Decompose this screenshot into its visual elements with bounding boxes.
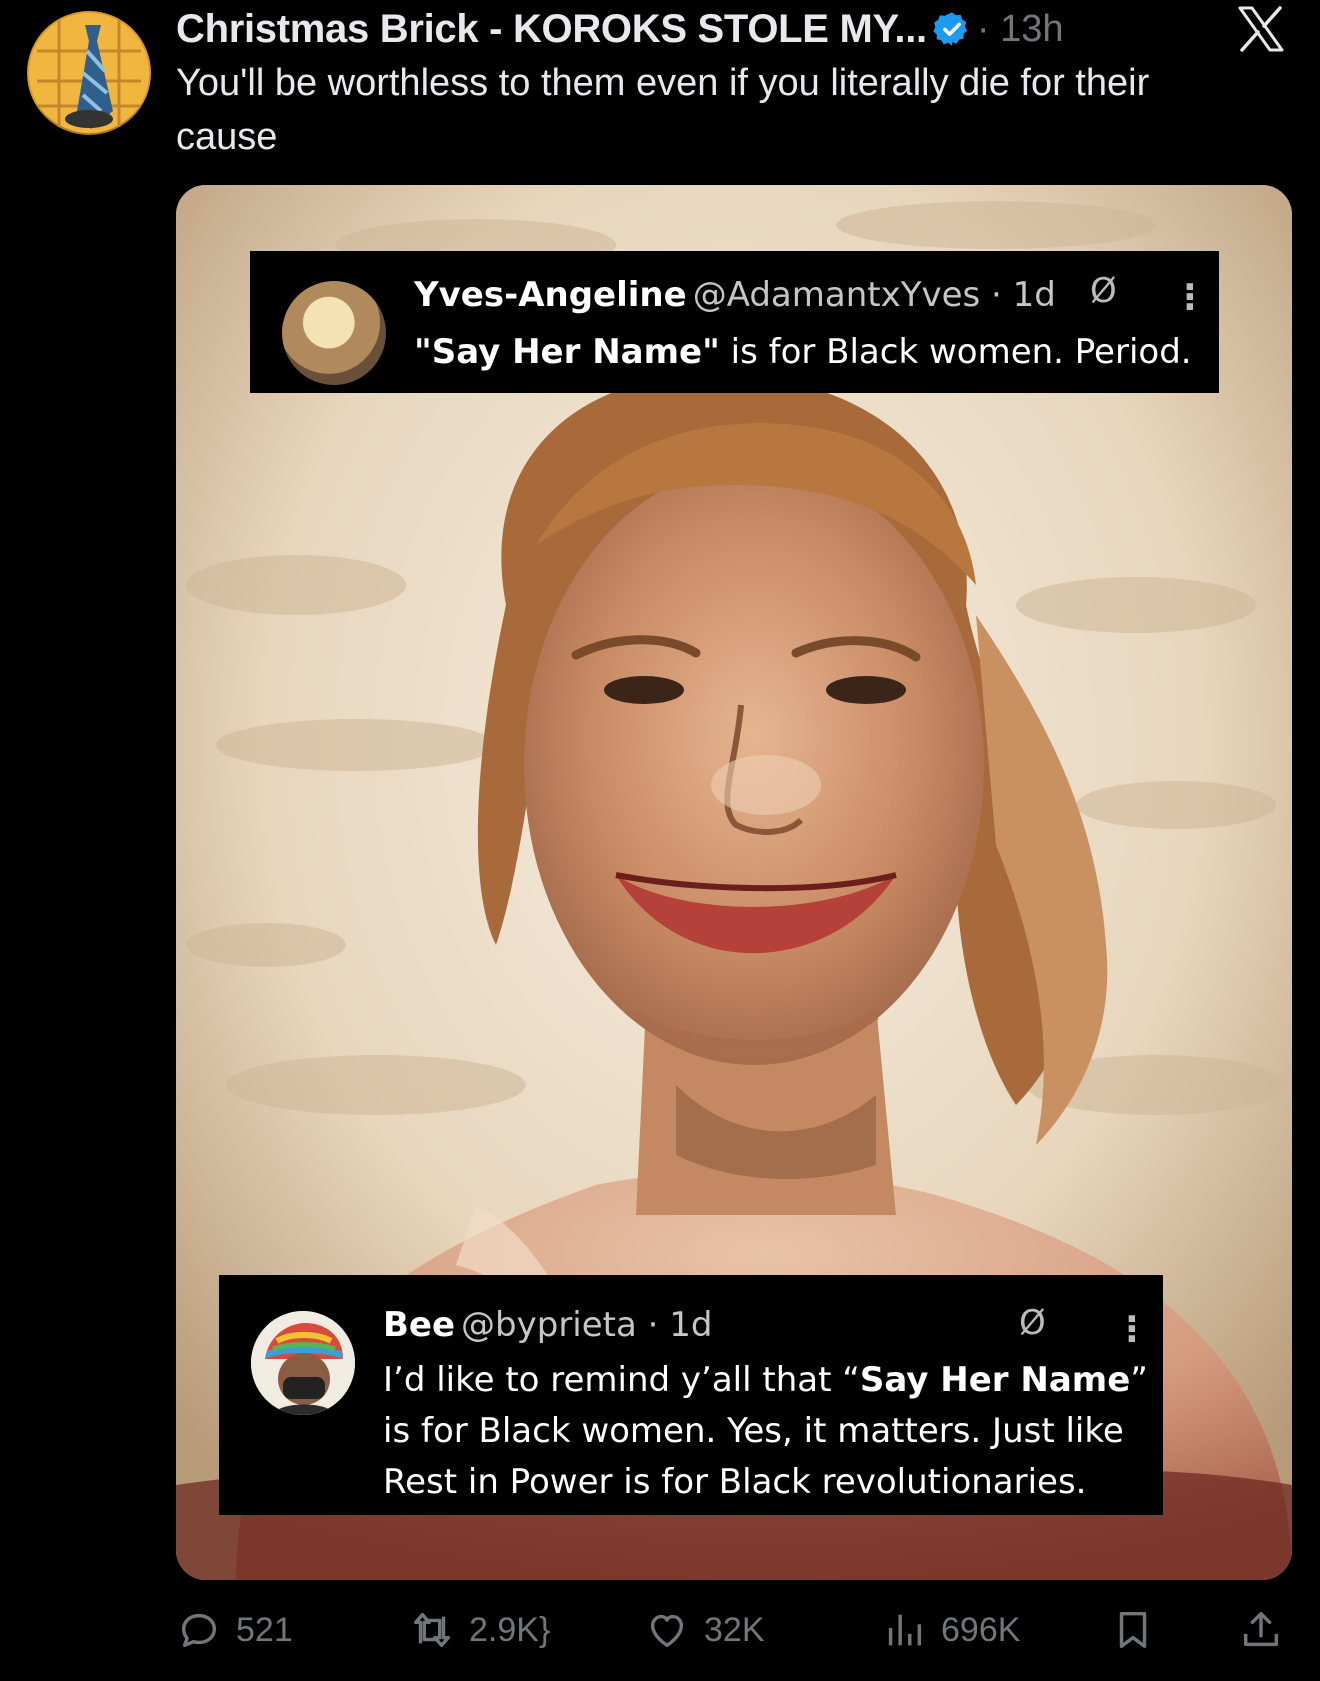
author-avatar[interactable]	[27, 11, 151, 135]
reply-count: 521	[236, 1610, 293, 1649]
caption-author-name: Bee	[383, 1305, 456, 1345]
caption-author-handle: @AdamantxYves · 1d	[692, 275, 1056, 315]
share-icon	[1243, 1611, 1279, 1647]
waffle-tie-avatar-image	[29, 13, 149, 133]
reply-button[interactable]: 521	[176, 1605, 293, 1655]
slashed-circle-icon: Ø	[1090, 271, 1117, 311]
reply-icon	[181, 1613, 217, 1648]
heart-icon	[650, 1614, 684, 1648]
analytics-icon	[888, 1614, 922, 1646]
like-count: 32K	[704, 1610, 765, 1649]
tweet-action-bar: 521 2.9K } 32K 696K	[176, 1605, 1296, 1655]
repost-icon	[413, 1612, 451, 1648]
verified-badge-icon	[933, 12, 967, 46]
more-options-icon: · · ·	[1183, 267, 1197, 328]
share-button[interactable]	[1238, 1605, 1298, 1655]
views-button[interactable]: 696K	[881, 1605, 1020, 1655]
repost-button[interactable]: 2.9K }	[409, 1605, 550, 1655]
caption-text: I’d like to remind y’all that “Say Her N…	[383, 1360, 1148, 1502]
caption-avatar	[282, 281, 386, 385]
slashed-circle-icon: Ø	[1019, 1303, 1046, 1343]
masked-person-avatar-image	[251, 1311, 355, 1415]
view-count: 696K	[941, 1610, 1021, 1649]
quoted-tweet-caption: Bee @byprieta · 1d Ø · · · I’d like to remi…	[219, 1275, 1163, 1515]
more-options-icon: · · ·	[1125, 1299, 1139, 1360]
caption-author-name: Yves-Angeline	[414, 275, 687, 315]
caption-header: Yves-Angeline @AdamantxYves · 1d	[414, 275, 1056, 315]
caption-text: "Say Her Name" is for Black women. Perio…	[414, 332, 1192, 372]
repost-count: 2.9K	[469, 1610, 539, 1649]
bookmark-button[interactable]	[1110, 1605, 1170, 1655]
tweet-text: You'll be worthless to them even if you …	[176, 62, 1150, 158]
caption-header: Bee @byprieta · 1d	[383, 1305, 712, 1345]
caption-avatar	[251, 1311, 355, 1415]
quoted-tweet-caption: Yves-Angeline @AdamantxYves · 1d Ø · · · "S…	[250, 251, 1219, 393]
tweet-header: Christmas Brick - KOROKS STOLE MY... · 1…	[176, 0, 1176, 58]
like-button[interactable]: 32K	[644, 1605, 765, 1655]
bookmark-icon	[1119, 1611, 1147, 1649]
tweet-media-image[interactable]: Yves-Angeline @AdamantxYves · 1d Ø · · · "S…	[176, 185, 1292, 1580]
author-display-name[interactable]: Christmas Brick - KOROKS STOLE MY...	[176, 7, 927, 52]
post-time[interactable]: · 13h	[977, 8, 1064, 51]
caption-author-handle: @byprieta · 1d	[461, 1305, 713, 1345]
x-logo-icon[interactable]	[1236, 4, 1286, 54]
